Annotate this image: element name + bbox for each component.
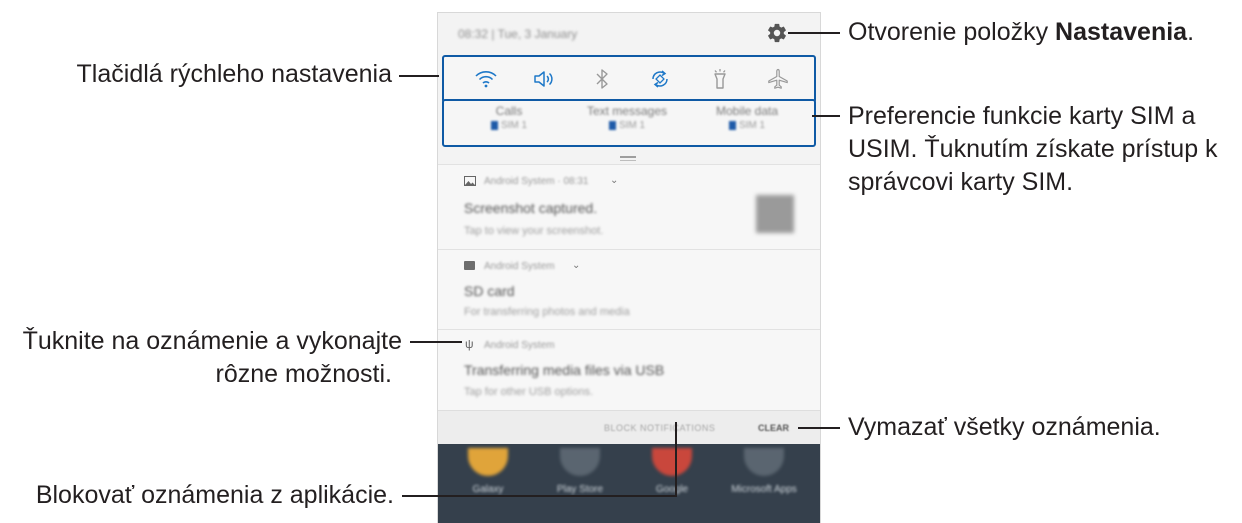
sd-card-icon [464,261,475,270]
wifi-icon[interactable] [474,67,498,91]
app-label: Play Store [556,484,604,495]
notification-app-name: Android System [484,261,555,272]
home-screen-background: Galaxy Play Store Google Microsoft Apps [438,444,820,523]
callout-block: Blokovať oznámenia z aplikácie. [35,481,394,509]
app-icon-microsoft-apps[interactable] [744,448,784,476]
bluetooth-icon[interactable] [590,67,614,91]
block-notifications-button[interactable]: BLOCK NOTIFICATIONS [604,423,715,433]
callout-line-settings [788,32,840,34]
app-icon-galaxy[interactable] [468,448,508,476]
app-icon-play-store[interactable] [560,448,600,476]
auto-rotate-icon[interactable] [648,67,672,91]
callout-sim-line-3: správcovi karty SIM. [848,168,1074,196]
notification-panel: 08:32 | Tue, 3 January Calls SIM 1 Text … [437,12,821,523]
image-icon [464,176,476,186]
notification-subtitle: Tap for other USB options. [464,386,594,398]
sim-card-preferences[interactable]: Calls SIM 1 Text messages SIM 1 Mobile d… [442,99,816,147]
callout-line-notification [410,341,462,343]
airplane-mode-icon[interactable] [766,67,790,91]
panel-drag-handle-line [620,160,636,161]
callout-notification-line-2: rôzne možnosti. [215,360,392,388]
notification-card[interactable]: Android System · 08:31 ⌄ Screenshot capt… [438,164,820,250]
app-icon-google[interactable] [652,448,692,476]
screenshot-thumbnail[interactable] [756,195,794,233]
callout-line-quick-settings [399,75,439,77]
flashlight-icon[interactable] [708,67,732,91]
sim-pref-mobile-data[interactable]: Mobile data SIM 1 [692,104,802,131]
notification-subtitle: For transferring photos and media [464,306,630,318]
callout-notification-line-1: Ťuknite na oznámenie a vykonajte [22,327,402,355]
expand-chevron-icon[interactable]: ⌄ [610,175,618,186]
callout-sim-line-1: Preferencie funkcie karty SIM a [848,102,1196,130]
panel-drag-handle[interactable] [620,156,636,158]
callout-sim-line-2: USIM. Ťuknutím získate prístup k [848,135,1218,163]
app-label: Microsoft Apps [731,484,797,495]
expand-chevron-icon[interactable]: ⌄ [572,260,580,271]
callout-clear-all: Vymazať všetky oznámenia. [848,413,1161,441]
callout-line-block [402,495,677,497]
notification-title: Screenshot captured. [464,200,598,216]
notification-card[interactable]: ψ Android System Transferring media file… [438,329,820,411]
sim-pref-calls[interactable]: Calls SIM 1 [454,104,564,131]
app-label: Galaxy [472,484,504,495]
notification-actions-bar: BLOCK NOTIFICATIONS CLEAR [438,410,820,445]
date-time: 08:32 | Tue, 3 January [458,27,578,41]
callout-settings: Otvorenie položky Nastavenia. [848,18,1195,46]
clear-button[interactable]: CLEAR [758,423,789,433]
panel-header: 08:32 | Tue, 3 January [438,13,820,55]
app-label: Google [655,484,689,495]
callout-quick-settings: Tlačidlá rýchleho nastavenia [76,60,392,88]
notification-subtitle: Tap to view your screenshot. [464,225,604,237]
notification-title: SD card [464,283,515,299]
sound-icon[interactable] [532,67,556,91]
notification-app-name: Android System [484,340,555,351]
notification-app-name: Android System · 08:31 [484,176,589,187]
notification-card[interactable]: Android System ⌄ SD card For transferrin… [438,249,820,330]
notification-title: Transferring media files via USB [464,362,665,378]
settings-gear-icon[interactable] [766,22,788,44]
quick-settings-buttons [442,55,816,103]
callout-line-sim [812,115,840,117]
callout-line-clear [798,427,840,429]
usb-icon: ψ [465,337,474,351]
callout-line-block-vertical [675,422,677,497]
sim-pref-text-messages[interactable]: Text messages SIM 1 [572,104,682,131]
